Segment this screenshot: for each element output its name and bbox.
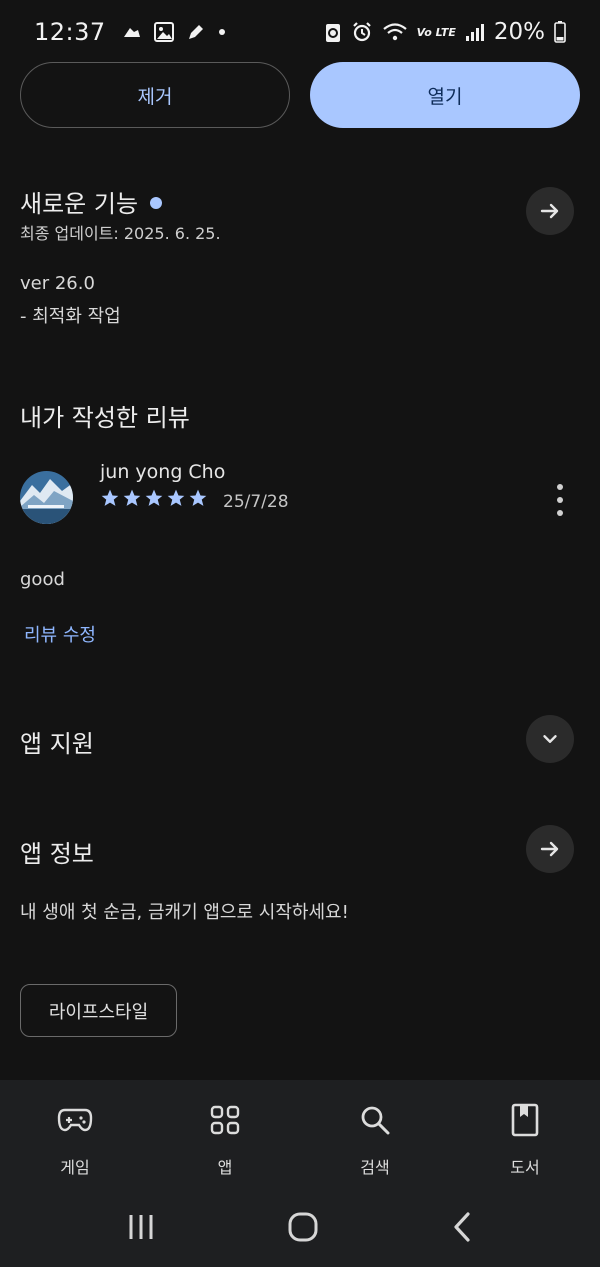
release-notes: - 최적화 작업 xyxy=(20,306,121,327)
version-text: ver 26.0 xyxy=(20,273,95,294)
volte-indicator: Vo LTE xyxy=(416,25,456,39)
my-review-title: 내가 작성한 리뷰 xyxy=(20,404,190,432)
open-button[interactable]: 열기 xyxy=(310,62,580,128)
edit-review-link[interactable]: 리뷰 수정 xyxy=(24,621,96,647)
nav-item-apps[interactable]: 앱 xyxy=(150,1080,300,1187)
pen-icon xyxy=(188,25,203,39)
status-bar: 12:37 Vo LTE 20% xyxy=(0,0,600,64)
bottom-nav: 게임 앱 검색 도서 xyxy=(0,1080,600,1187)
home-icon[interactable] xyxy=(287,1211,319,1243)
nav-item-games[interactable]: 게임 xyxy=(0,1080,150,1187)
star-rating xyxy=(100,488,208,508)
nav-item-books[interactable]: 도서 xyxy=(450,1080,600,1187)
app-info-title: 앱 정보 xyxy=(20,840,94,868)
star-icon xyxy=(101,489,119,506)
apps-grid-icon xyxy=(210,1105,240,1135)
more-dot xyxy=(557,510,563,516)
category-tag[interactable]: 라이프스타일 xyxy=(20,984,177,1037)
more-dot xyxy=(557,497,563,503)
notification-icons xyxy=(120,22,226,42)
status-time: 12:37 xyxy=(34,18,106,46)
new-indicator-dot xyxy=(150,197,163,209)
nav-label-apps: 앱 xyxy=(217,1158,233,1177)
wifi-icon xyxy=(382,23,407,41)
cloud-icon xyxy=(123,28,140,37)
app-support-title: 앱 지원 xyxy=(20,730,94,758)
system-nav-bar xyxy=(0,1187,600,1267)
battery-icon xyxy=(554,21,566,43)
alarm-icon xyxy=(352,22,371,42)
gamepad-icon xyxy=(57,1108,93,1132)
star-icon xyxy=(145,489,163,506)
recent-apps-icon[interactable] xyxy=(126,1213,156,1241)
nav-item-search[interactable]: 검색 xyxy=(300,1080,450,1187)
review-date: 25/7/28 xyxy=(223,492,289,512)
nav-label-books: 도서 xyxy=(510,1158,540,1177)
back-icon[interactable] xyxy=(450,1211,474,1243)
whats-new-arrow-button[interactable] xyxy=(526,187,574,235)
review-text: good xyxy=(20,569,65,590)
chevron-down-icon xyxy=(543,735,557,743)
dot-icon xyxy=(218,29,225,35)
app-info-arrow-button[interactable] xyxy=(526,825,574,873)
arrow-right-icon xyxy=(540,841,559,857)
star-icon xyxy=(189,489,207,506)
nav-label-games: 게임 xyxy=(60,1158,90,1177)
app-description: 내 생애 첫 순금, 금캐기 앱으로 시작하세요! xyxy=(20,902,349,923)
signal-icon xyxy=(465,24,484,41)
star-icon xyxy=(123,489,141,506)
search-icon xyxy=(361,1106,390,1135)
more-dot xyxy=(557,484,563,490)
star-icon xyxy=(167,489,185,506)
last-updated: 최종 업데이트: 2025. 6. 25. xyxy=(20,224,221,243)
recycle-icon xyxy=(325,24,340,42)
battery-percent: 20% xyxy=(493,19,545,45)
whats-new-title: 새로운 기능 xyxy=(20,190,139,218)
system-icons: Vo LTE 20% xyxy=(324,19,566,45)
nav-label-search: 검색 xyxy=(360,1158,390,1177)
avatar-image xyxy=(20,471,73,524)
gallery-icon xyxy=(153,22,174,42)
whats-new-heading: 새로운 기능 xyxy=(20,184,163,219)
avatar xyxy=(20,471,73,524)
app-support-expand-button[interactable] xyxy=(526,715,574,763)
review-more-options-button[interactable] xyxy=(548,482,572,518)
remove-button[interactable]: 제거 xyxy=(20,62,290,128)
arrow-right-icon xyxy=(540,203,559,219)
book-icon xyxy=(511,1103,539,1137)
reviewer-name: jun yong Cho xyxy=(100,461,226,483)
